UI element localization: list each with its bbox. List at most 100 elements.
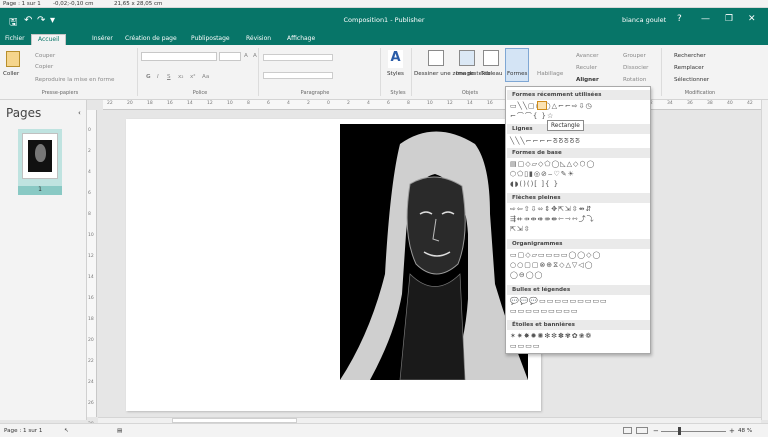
italic-button[interactable]: I	[157, 74, 159, 80]
gallery-row-arrows-2[interactable]: ⇶⇷⇸⇹⇺⇻⇼⇽⇾⇿⤴⤵	[510, 215, 595, 223]
group-label-objects: Objets	[461, 90, 479, 96]
portrait-image[interactable]	[340, 124, 528, 380]
collapse-pane-icon[interactable]: ‹	[78, 109, 81, 117]
minimize-icon[interactable]: —	[701, 14, 710, 24]
table-button[interactable]: Tableau	[481, 71, 502, 77]
two-page-view-icon[interactable]	[636, 427, 648, 434]
gallery-row-recent-2[interactable]: ⌐⌒⌒{ }☆	[510, 112, 554, 120]
vruler-tick: 26	[88, 401, 94, 406]
send-backward-button[interactable]: Reculer	[576, 65, 597, 71]
images-button[interactable]: Images	[456, 71, 476, 77]
group-label-paragraph: Paragraphe	[300, 90, 330, 96]
vruler-tick: 0	[88, 128, 91, 133]
gallery-header-arrows: Flèches pleines	[507, 193, 650, 203]
change-case-button[interactable]: Aa	[202, 74, 209, 80]
group-button[interactable]: Grouper	[623, 53, 646, 59]
paragraph-list-buttons[interactable]	[263, 54, 333, 61]
zoom-slider[interactable]	[661, 431, 726, 432]
tab-mailings[interactable]: Publipostage	[191, 35, 230, 42]
horizontal-ruler[interactable]: 2220181614121086420246810121416182022242…	[103, 100, 761, 110]
wrap-text-button[interactable]: Habillage	[537, 71, 563, 77]
draw-textbox-icon[interactable]	[428, 50, 444, 66]
gallery-row-arrows-3[interactable]: ⇱⇲⇳	[510, 225, 531, 233]
vertical-ruler[interactable]: 0246810121416182022242628	[87, 110, 97, 427]
tab-view[interactable]: Affichage	[287, 35, 315, 42]
single-page-view-icon[interactable]	[623, 427, 632, 434]
tab-page-design[interactable]: Création de page	[125, 35, 177, 42]
grow-font-button[interactable]: A	[244, 53, 248, 59]
gallery-row-stars-2[interactable]: ▭▭▭▭	[510, 342, 540, 350]
gallery-row-flowchart-1[interactable]: ▭▢◇▱▭▭▭▭◯◯◇◯	[510, 251, 601, 259]
status-page-indicator[interactable]: Page : 1 sur 1	[4, 428, 42, 434]
gallery-row-lines[interactable]: ╲╲╲⌐⌐⌐⌐ᘕᘕᘕᘕᘕ	[510, 137, 581, 145]
top-page-indicator[interactable]: Page : 1 sur 1	[3, 1, 41, 7]
draw-textbox-button[interactable]: Dessiner une zone de texte	[414, 71, 491, 77]
find-button[interactable]: Rechercher	[674, 53, 706, 59]
cut-button[interactable]: Couper	[35, 53, 55, 59]
gallery-row-callouts-1[interactable]: 💬💬💬▭▭▭▭▭▭▭▭▭	[510, 297, 608, 305]
hruler-tick: 20	[127, 101, 133, 106]
gallery-row-flowchart-3[interactable]: ◯⊖◯◯	[510, 271, 543, 279]
replace-button[interactable]: Remplacer	[674, 65, 704, 71]
vertical-scrollbar[interactable]	[761, 100, 768, 420]
help-icon[interactable]: ?	[677, 14, 682, 24]
format-painter-button[interactable]: Reproduire la mise en forme	[35, 77, 114, 83]
font-name-combo[interactable]	[141, 52, 217, 61]
gallery-row-basic-1[interactable]: ▤▢◇▱◇⬠◯◺△◇⬡◯	[510, 160, 595, 168]
ungroup-button[interactable]: Dissocier	[623, 65, 648, 71]
select-button[interactable]: Sélectionner	[674, 77, 709, 83]
hruler-tick: 2	[307, 101, 310, 106]
zoom-slider-thumb[interactable]	[678, 427, 681, 435]
bold-button[interactable]: G	[146, 74, 151, 80]
subscript-button[interactable]: x₂	[178, 74, 184, 80]
gallery-row-arrows-1[interactable]: ⇨⇦⇧⇩⬄⇕✥⇱⇲⇳⇴⇵	[510, 205, 592, 213]
underline-button[interactable]: S	[167, 74, 171, 80]
user-name[interactable]: bianca goulet	[622, 16, 666, 24]
tab-review[interactable]: Révision	[246, 35, 271, 42]
thumbnail-image	[28, 140, 52, 172]
close-icon[interactable]: ✕	[748, 14, 756, 24]
gallery-row-flowchart-2[interactable]: ○○▢▢⊗⊕⧖◇△▽◁◯	[510, 261, 593, 269]
bring-forward-button[interactable]: Avancer	[576, 53, 599, 59]
gallery-row-callouts-2[interactable]: ▭▭▭▭▭▭▭▭▭	[510, 307, 579, 315]
tab-insert[interactable]: Insérer	[92, 35, 113, 42]
vruler-tick: 8	[88, 212, 91, 217]
shrink-font-button[interactable]: A	[253, 53, 257, 59]
paste-icon[interactable]	[6, 51, 20, 67]
zoom-out-icon[interactable]: −	[653, 427, 659, 435]
gallery-row-stars-1[interactable]: ✶✷✸✹✺✻✼✽✾✿❀❁	[510, 332, 592, 340]
tab-home[interactable]: Accueil	[31, 34, 67, 45]
rectangle-shape-hover[interactable]	[537, 101, 547, 110]
status-bar: Page : 1 sur 1 ↖ ▤ − + 48 %	[0, 423, 768, 437]
page-thumbnail[interactable]	[22, 133, 58, 179]
gallery-row-basic-2[interactable]: ⬡⬠▯▮◎⊘⌢♡✎☀	[510, 170, 575, 178]
hruler-tick: 6	[387, 101, 390, 106]
paragraph-align-buttons[interactable]	[263, 72, 333, 79]
hruler-tick: 0	[327, 101, 330, 106]
styles-button[interactable]: Styles	[387, 71, 404, 77]
group-separator	[137, 48, 138, 96]
images-icon[interactable]	[459, 50, 475, 66]
copy-button[interactable]: Copier	[35, 64, 53, 70]
shapes-button[interactable]: Formes	[507, 71, 527, 77]
zoom-in-icon[interactable]: +	[729, 427, 735, 435]
hruler-tick: 34	[667, 101, 673, 106]
restore-icon[interactable]: ❐	[725, 14, 733, 24]
superscript-button[interactable]: x²	[190, 74, 196, 80]
font-size-combo[interactable]	[219, 52, 241, 61]
styles-icon[interactable]: A	[388, 50, 403, 68]
zoom-level[interactable]: 48 %	[738, 428, 752, 434]
vruler-tick: 24	[88, 380, 94, 385]
gallery-row-recent-1[interactable]: ▭╲╲▢○◯△⌐⌐⇨⇩◷	[510, 102, 593, 110]
gallery-header-recent: Formes récemment utilisées	[507, 90, 650, 100]
paste-button[interactable]: Coller	[3, 71, 19, 77]
group-label-clipboard: Presse-papiers	[41, 90, 79, 96]
rotate-button[interactable]: Rotation	[623, 77, 646, 83]
group-separator	[661, 48, 662, 96]
layout-icon[interactable]: ▤	[117, 428, 122, 434]
tab-file[interactable]: Fichier	[5, 35, 25, 42]
align-button[interactable]: Aligner	[576, 77, 599, 83]
table-icon[interactable]	[483, 50, 499, 66]
pages-pane-title: Pages	[6, 106, 42, 120]
gallery-row-basic-3[interactable]: ◖◗()()[ ]{ }	[510, 180, 559, 188]
